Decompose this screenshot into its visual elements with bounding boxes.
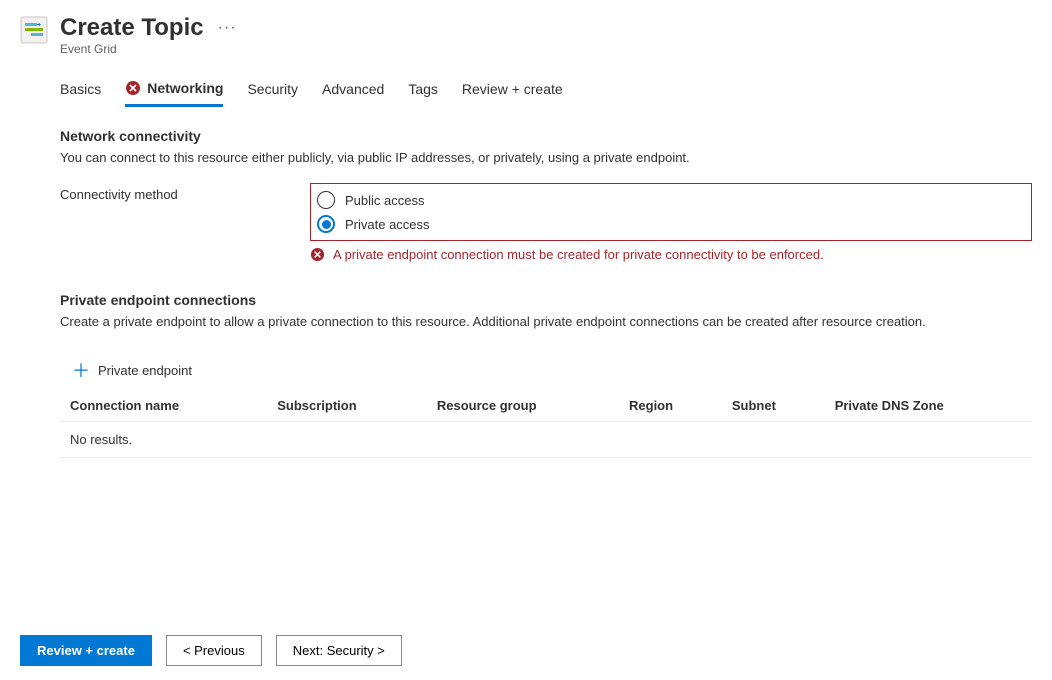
previous-button[interactable]: < Previous xyxy=(166,635,262,666)
col-region: Region xyxy=(619,390,722,422)
tab-review-create[interactable]: Review + create xyxy=(462,74,563,106)
radio-checked-icon xyxy=(317,215,335,233)
wizard-tabs: Basics Networking Security Advanced Tags… xyxy=(60,74,1032,106)
connectivity-method-label: Connectivity method xyxy=(60,183,310,202)
page-title: Create Topic xyxy=(60,14,204,42)
connectivity-error: A private endpoint connection must be cr… xyxy=(310,247,1032,262)
plus-icon: ＋ xyxy=(72,364,90,378)
private-endpoint-heading: Private endpoint connections xyxy=(60,292,1032,308)
wizard-footer: Review + create < Previous Next: Securit… xyxy=(20,635,402,666)
table-empty-text: No results. xyxy=(60,422,1032,458)
radio-private-access[interactable]: Private access xyxy=(317,212,1025,236)
add-private-endpoint-label: Private endpoint xyxy=(98,363,192,378)
col-subscription: Subscription xyxy=(267,390,427,422)
network-connectivity-heading: Network connectivity xyxy=(60,128,1032,144)
radio-public-access[interactable]: Public access xyxy=(317,188,1025,212)
col-resource-group: Resource group xyxy=(427,390,619,422)
more-actions-button[interactable]: ··· xyxy=(218,19,237,37)
tab-tags[interactable]: Tags xyxy=(408,74,438,106)
review-create-button[interactable]: Review + create xyxy=(20,635,152,666)
col-connection-name: Connection name xyxy=(60,390,267,422)
table-row: No results. xyxy=(60,422,1032,458)
add-private-endpoint-button[interactable]: ＋ Private endpoint xyxy=(72,363,192,378)
tab-networking[interactable]: Networking xyxy=(125,74,223,107)
page-subtitle: Event Grid xyxy=(60,42,237,56)
network-connectivity-description: You can connect to this resource either … xyxy=(60,150,1032,165)
tab-security[interactable]: Security xyxy=(247,74,298,106)
private-endpoint-table: Connection name Subscription Resource gr… xyxy=(60,390,1032,458)
radio-unchecked-icon xyxy=(317,191,335,209)
tab-basics[interactable]: Basics xyxy=(60,74,101,106)
radio-private-access-label: Private access xyxy=(345,217,430,232)
next-button[interactable]: Next: Security > xyxy=(276,635,402,666)
error-icon xyxy=(125,80,141,96)
page-header: Create Topic ··· Event Grid xyxy=(20,14,1040,56)
private-endpoint-description: Create a private endpoint to allow a pri… xyxy=(60,314,1032,329)
connectivity-error-text: A private endpoint connection must be cr… xyxy=(333,247,824,262)
tab-advanced[interactable]: Advanced xyxy=(322,74,384,106)
col-private-dns: Private DNS Zone xyxy=(825,390,1032,422)
radio-public-access-label: Public access xyxy=(345,193,424,208)
error-icon xyxy=(310,247,325,262)
connectivity-method-group: Public access Private access xyxy=(310,183,1032,241)
event-grid-icon xyxy=(20,16,48,44)
col-subnet: Subnet xyxy=(722,390,825,422)
